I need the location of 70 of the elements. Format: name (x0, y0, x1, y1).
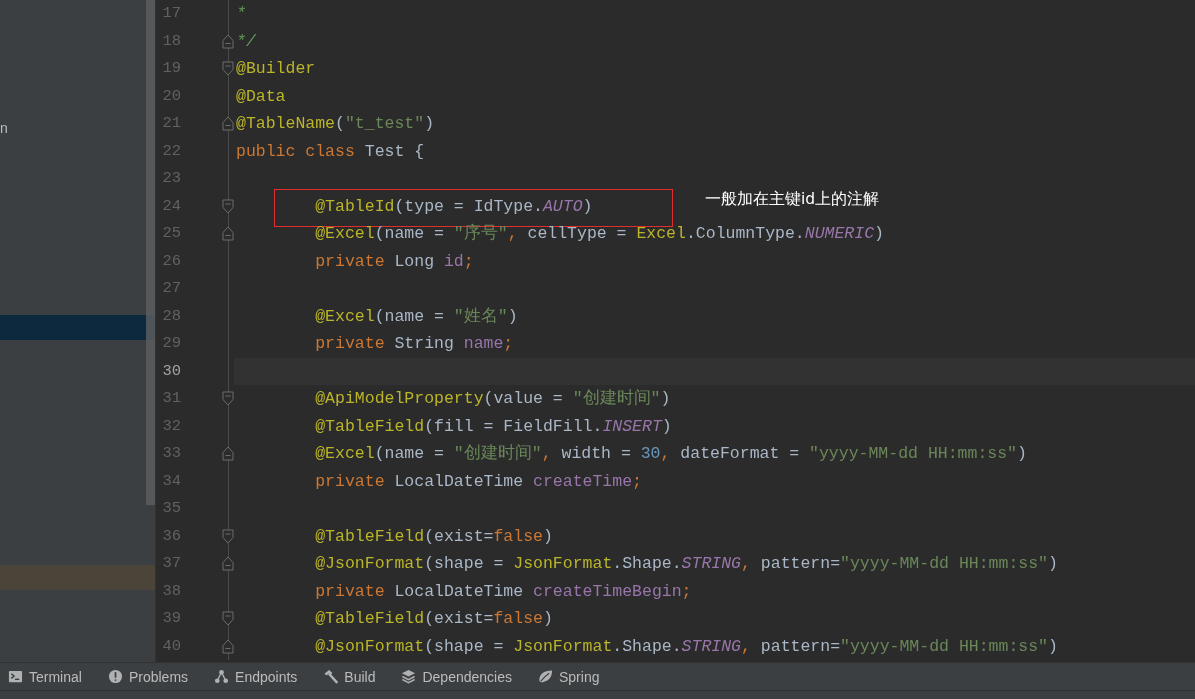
code-line: private String name; (315, 334, 514, 353)
fold-start-icon[interactable] (222, 611, 234, 627)
tool-window-button[interactable]: Problems (101, 663, 195, 690)
callout-text: 一般加在主键id上的注解 (705, 188, 880, 210)
line-number: 30 (162, 361, 181, 380)
line-number: 22 (162, 141, 181, 160)
exclamation-icon (107, 669, 123, 684)
code-line: @Builder (236, 59, 316, 78)
line-number: 38 (162, 581, 181, 600)
line-number: 23 (162, 169, 181, 187)
scrollbar-thumb[interactable] (146, 0, 155, 505)
code-line: private LocalDateTime createTime; (315, 471, 642, 491)
code-line: @Excel(name = "创建时间", width = 30, dateFormat = "yyyy-MM-dd HH:mm:ss") (315, 444, 1027, 463)
line-number: 39 (162, 609, 181, 627)
line-number: 35 (162, 499, 181, 517)
code-line: * (236, 4, 246, 23)
line-number: 20 (162, 86, 181, 105)
code-line: @TableField(fill = FieldFill.INSERT) (315, 416, 672, 436)
line-number: 36 (162, 526, 181, 545)
line-number: 33 (162, 444, 181, 462)
code-line: @TableField(exist=false) (315, 526, 553, 546)
line-number: 21 (162, 114, 181, 132)
code-line: @JsonFormat(shape = JsonFormat.Shape.STRING, pattern="yyyy-MM-dd HH:mm:ss") (315, 554, 1058, 573)
line-number: 27 (162, 279, 181, 297)
code-line: private LocalDateTime createTimeBegin; (315, 581, 692, 601)
code-line: public class Test { (236, 141, 425, 161)
fold-start-icon[interactable] (222, 198, 234, 214)
fold-start-icon[interactable] (222, 61, 234, 77)
line-number: 25 (162, 224, 181, 242)
code-line: @ApiModelProperty(value = "创建时间") (315, 389, 671, 408)
tree-item-label[interactable]: n (0, 116, 8, 141)
line-number: 29 (162, 334, 181, 352)
code-line: @TableName("t_test") (236, 114, 435, 133)
line-number: 31 (162, 389, 181, 407)
fold-end-icon[interactable] (222, 226, 234, 242)
layers-icon (401, 669, 417, 684)
line-number: 28 (162, 306, 181, 325)
fold-end-icon[interactable] (222, 116, 234, 132)
code-line: @Data (236, 86, 286, 106)
fold-end-icon[interactable] (222, 33, 234, 49)
tool-window-button[interactable]: Build (317, 663, 382, 690)
line-number: 37 (162, 554, 181, 572)
line-number: 17 (162, 4, 181, 22)
code-line: @Excel(name = "姓名") (315, 306, 518, 326)
code-line: @Excel(name = "序号", cellType = Excel.ColumnType.NUMERIC) (315, 224, 884, 243)
leaf-icon (538, 669, 553, 684)
fold-end-icon[interactable] (222, 446, 234, 462)
fold-end-icon[interactable] (222, 556, 234, 572)
code-line: private Long id; (315, 251, 474, 271)
fold-end-icon[interactable] (222, 638, 234, 654)
code-line: @TableField(exist=false) (315, 609, 553, 628)
line-number: 24 (162, 196, 181, 215)
tool-window-button[interactable]: Terminal (2, 663, 88, 690)
line-number: 32 (162, 416, 181, 435)
fold-start-icon[interactable] (222, 391, 234, 407)
terminal-icon (8, 669, 23, 684)
line-number: 34 (162, 471, 181, 490)
line-number: 19 (162, 59, 181, 77)
line-number: 26 (162, 251, 181, 270)
tool-window-button[interactable]: Endpoints (208, 663, 304, 690)
hammer-icon (323, 669, 339, 684)
tool-window-button[interactable]: Dependencies (395, 663, 518, 690)
fold-start-icon[interactable] (222, 528, 234, 544)
code-line: @TableId(type = IdType.AUTO) (315, 196, 593, 216)
line-number: 18 (162, 31, 181, 50)
nodes-icon (214, 669, 230, 684)
code-line: */ (236, 31, 256, 51)
code-line: @JsonFormat(shape = JsonFormat.Shape.STRING, pattern="yyyy-MM-dd HH:mm:ss") (315, 636, 1058, 656)
tool-window-button[interactable]: Spring (532, 663, 606, 690)
line-number: 40 (162, 636, 181, 655)
